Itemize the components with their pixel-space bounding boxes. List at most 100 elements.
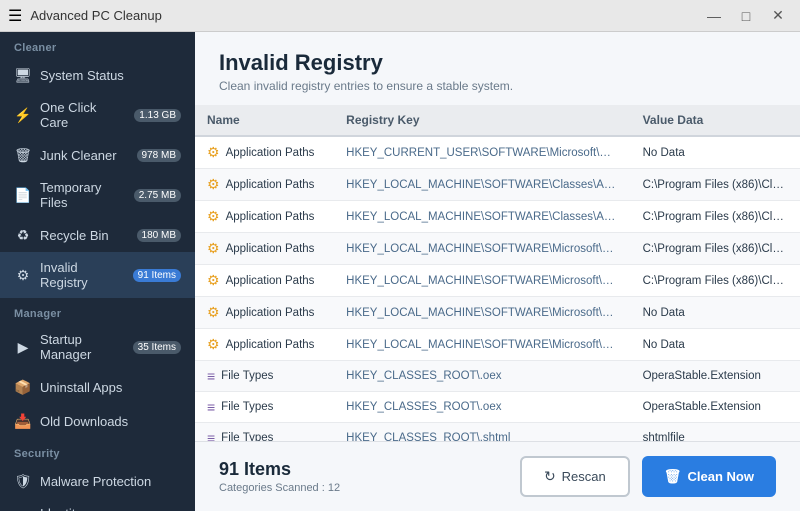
menu-icon[interactable]: ☰: [8, 6, 22, 26]
row-icon: ⚙: [207, 208, 220, 225]
col-name: Name: [195, 105, 334, 136]
cell-value-data: shtmlfile: [631, 423, 800, 442]
page-title: Invalid Registry: [219, 50, 776, 76]
junk-cleaner-badge: 978 MB: [137, 149, 181, 162]
temporary-files-badge: 2.75 MB: [134, 189, 181, 202]
junk-cleaner-label: Junk Cleaner: [40, 148, 129, 163]
clean-label: Clean Now: [688, 469, 754, 484]
table-header-row: Name Registry Key Value Data: [195, 105, 800, 136]
table-row: ⚙ Application Paths HKEY_LOCAL_MACHINE\S…: [195, 169, 800, 201]
footer-buttons: ↻ Rescan 🗑 Clean Now: [520, 456, 776, 497]
main-container: Cleaner 🖥 System Status ⚡ One Click Care…: [0, 32, 800, 511]
col-value-data: Value Data: [631, 105, 800, 136]
manager-section-label: Manager: [0, 298, 195, 324]
junk-cleaner-icon: 🗑: [14, 146, 32, 164]
startup-manager-label: Startup Manager: [40, 332, 125, 362]
sidebar-item-old-downloads[interactable]: 📥 Old Downloads: [0, 404, 195, 438]
row-icon: ⚙: [207, 240, 220, 257]
recycle-bin-badge: 180 MB: [137, 229, 181, 242]
sidebar-item-temporary-files[interactable]: 📄 Temporary Files 2.75 MB: [0, 172, 195, 218]
clean-now-button[interactable]: 🗑 Clean Now: [642, 456, 776, 497]
system-status-label: System Status: [40, 68, 181, 83]
row-icon: ⚙: [207, 336, 220, 353]
page-subtitle: Clean invalid registry entries to ensure…: [219, 79, 776, 93]
content-area: Invalid Registry Clean invalid registry …: [195, 32, 800, 511]
cell-registry-key: HKEY_LOCAL_MACHINE\SOFTWARE\Microsoft\Wi…: [334, 297, 630, 329]
cell-registry-key: HKEY_LOCAL_MACHINE\SOFTWARE\Microsoft\Wi…: [334, 233, 630, 265]
row-name-text: Application Paths: [226, 179, 315, 191]
row-name-text: File Types: [221, 432, 273, 441]
invalid-registry-icon: ⚙: [14, 266, 32, 284]
table-row: ⚙ Application Paths HKEY_CURRENT_USER\SO…: [195, 136, 800, 169]
cell-value-data: OperaStable.Extension: [631, 361, 800, 392]
cell-name: ⚙ Application Paths: [195, 265, 334, 297]
row-name-text: Application Paths: [226, 339, 315, 351]
sidebar-item-malware-protection[interactable]: 🛡 Malware Protection: [0, 464, 195, 498]
malware-protection-icon: 🛡: [14, 472, 32, 490]
sidebar-item-invalid-registry[interactable]: ⚙ Invalid Registry 91 Items: [0, 252, 195, 298]
cell-value-data: C:\Program Files (x86)\CleverFiles\: [631, 265, 800, 297]
maximize-button[interactable]: □: [732, 5, 760, 27]
cell-value-data: OperaStable.Extension: [631, 392, 800, 423]
sidebar: Cleaner 🖥 System Status ⚡ One Click Care…: [0, 32, 195, 511]
sidebar-item-identity-protection[interactable]: 🔒 Identity Protection 42 Items: [0, 498, 195, 511]
malware-protection-label: Malware Protection: [40, 474, 181, 489]
footer-info: 91 Items Categories Scanned : 12: [219, 459, 340, 494]
startup-manager-icon: ▶: [14, 338, 32, 356]
cell-value-data: C:\Program Files (x86)\CleverFile...: [631, 201, 800, 233]
temporary-files-label: Temporary Files: [40, 180, 126, 210]
security-section-label: Security: [0, 438, 195, 464]
one-click-care-icon: ⚡: [14, 106, 32, 124]
row-icon: ≡: [207, 368, 215, 384]
row-icon: ⚙: [207, 176, 220, 193]
cell-registry-key: HKEY_CLASSES_ROOT\.oex: [334, 361, 630, 392]
cell-value-data: No Data: [631, 136, 800, 169]
col-registry-key: Registry Key: [334, 105, 630, 136]
cell-registry-key: HKEY_LOCAL_MACHINE\SOFTWARE\Classes\Appl…: [334, 201, 630, 233]
cell-value-data: No Data: [631, 297, 800, 329]
startup-manager-badge: 35 Items: [133, 341, 181, 354]
table-row: ⚙ Application Paths HKEY_LOCAL_MACHINE\S…: [195, 297, 800, 329]
cleaner-section-label: Cleaner: [0, 32, 195, 58]
row-name-text: Application Paths: [226, 211, 315, 223]
sidebar-item-system-status[interactable]: 🖥 System Status: [0, 58, 195, 92]
cell-name: ⚙ Application Paths: [195, 233, 334, 265]
close-button[interactable]: ✕: [764, 5, 792, 27]
sidebar-item-uninstall-apps[interactable]: 📦 Uninstall Apps: [0, 370, 195, 404]
cell-value-data: C:\Program Files (x86)\CleverFiles\: [631, 233, 800, 265]
cell-registry-key: HKEY_CLASSES_ROOT\.shtml: [334, 423, 630, 442]
cell-name: ⚙ Application Paths: [195, 329, 334, 361]
table-row: ≡ File Types HKEY_CLASSES_ROOT\.oex Oper…: [195, 361, 800, 392]
window-controls: — □ ✕: [700, 5, 792, 27]
content-header: Invalid Registry Clean invalid registry …: [195, 32, 800, 105]
sidebar-item-junk-cleaner[interactable]: 🗑 Junk Cleaner 978 MB: [0, 138, 195, 172]
table-row: ⚙ Application Paths HKEY_LOCAL_MACHINE\S…: [195, 265, 800, 297]
row-icon: ≡: [207, 399, 215, 415]
rescan-button[interactable]: ↻ Rescan: [520, 456, 630, 497]
table-row: ⚙ Application Paths HKEY_LOCAL_MACHINE\S…: [195, 329, 800, 361]
old-downloads-label: Old Downloads: [40, 414, 181, 429]
table-row: ≡ File Types HKEY_CLASSES_ROOT\.oex Oper…: [195, 392, 800, 423]
cell-registry-key: HKEY_CURRENT_USER\SOFTWARE\Microsoft\Win…: [334, 136, 630, 169]
row-icon: ⚙: [207, 304, 220, 321]
one-click-care-badge: 1.13 GB: [134, 109, 181, 122]
sidebar-item-one-click-care[interactable]: ⚡ One Click Care 1.13 GB: [0, 92, 195, 138]
cell-name: ≡ File Types: [195, 423, 334, 442]
minimize-button[interactable]: —: [700, 5, 728, 27]
categories-scanned: Categories Scanned : 12: [219, 482, 340, 494]
sidebar-item-recycle-bin[interactable]: ♻ Recycle Bin 180 MB: [0, 218, 195, 252]
sidebar-item-startup-manager[interactable]: ▶ Startup Manager 35 Items: [0, 324, 195, 370]
row-name-text: Application Paths: [226, 147, 315, 159]
cell-registry-key: HKEY_LOCAL_MACHINE\SOFTWARE\Classes\Appl…: [334, 169, 630, 201]
cell-name: ≡ File Types: [195, 361, 334, 392]
clean-icon: 🗑: [664, 468, 682, 485]
row-name-text: Application Paths: [226, 243, 315, 255]
row-icon: ≡: [207, 430, 215, 441]
cell-value-data: C:\Program Files (x86)\CleverFile...: [631, 169, 800, 201]
registry-table-container[interactable]: Name Registry Key Value Data ⚙ Applicati…: [195, 105, 800, 441]
row-name-text: File Types: [221, 401, 273, 413]
cell-value-data: No Data: [631, 329, 800, 361]
cell-name: ⚙ Application Paths: [195, 169, 334, 201]
registry-table: Name Registry Key Value Data ⚙ Applicati…: [195, 105, 800, 441]
item-count: 91 Items: [219, 459, 340, 480]
